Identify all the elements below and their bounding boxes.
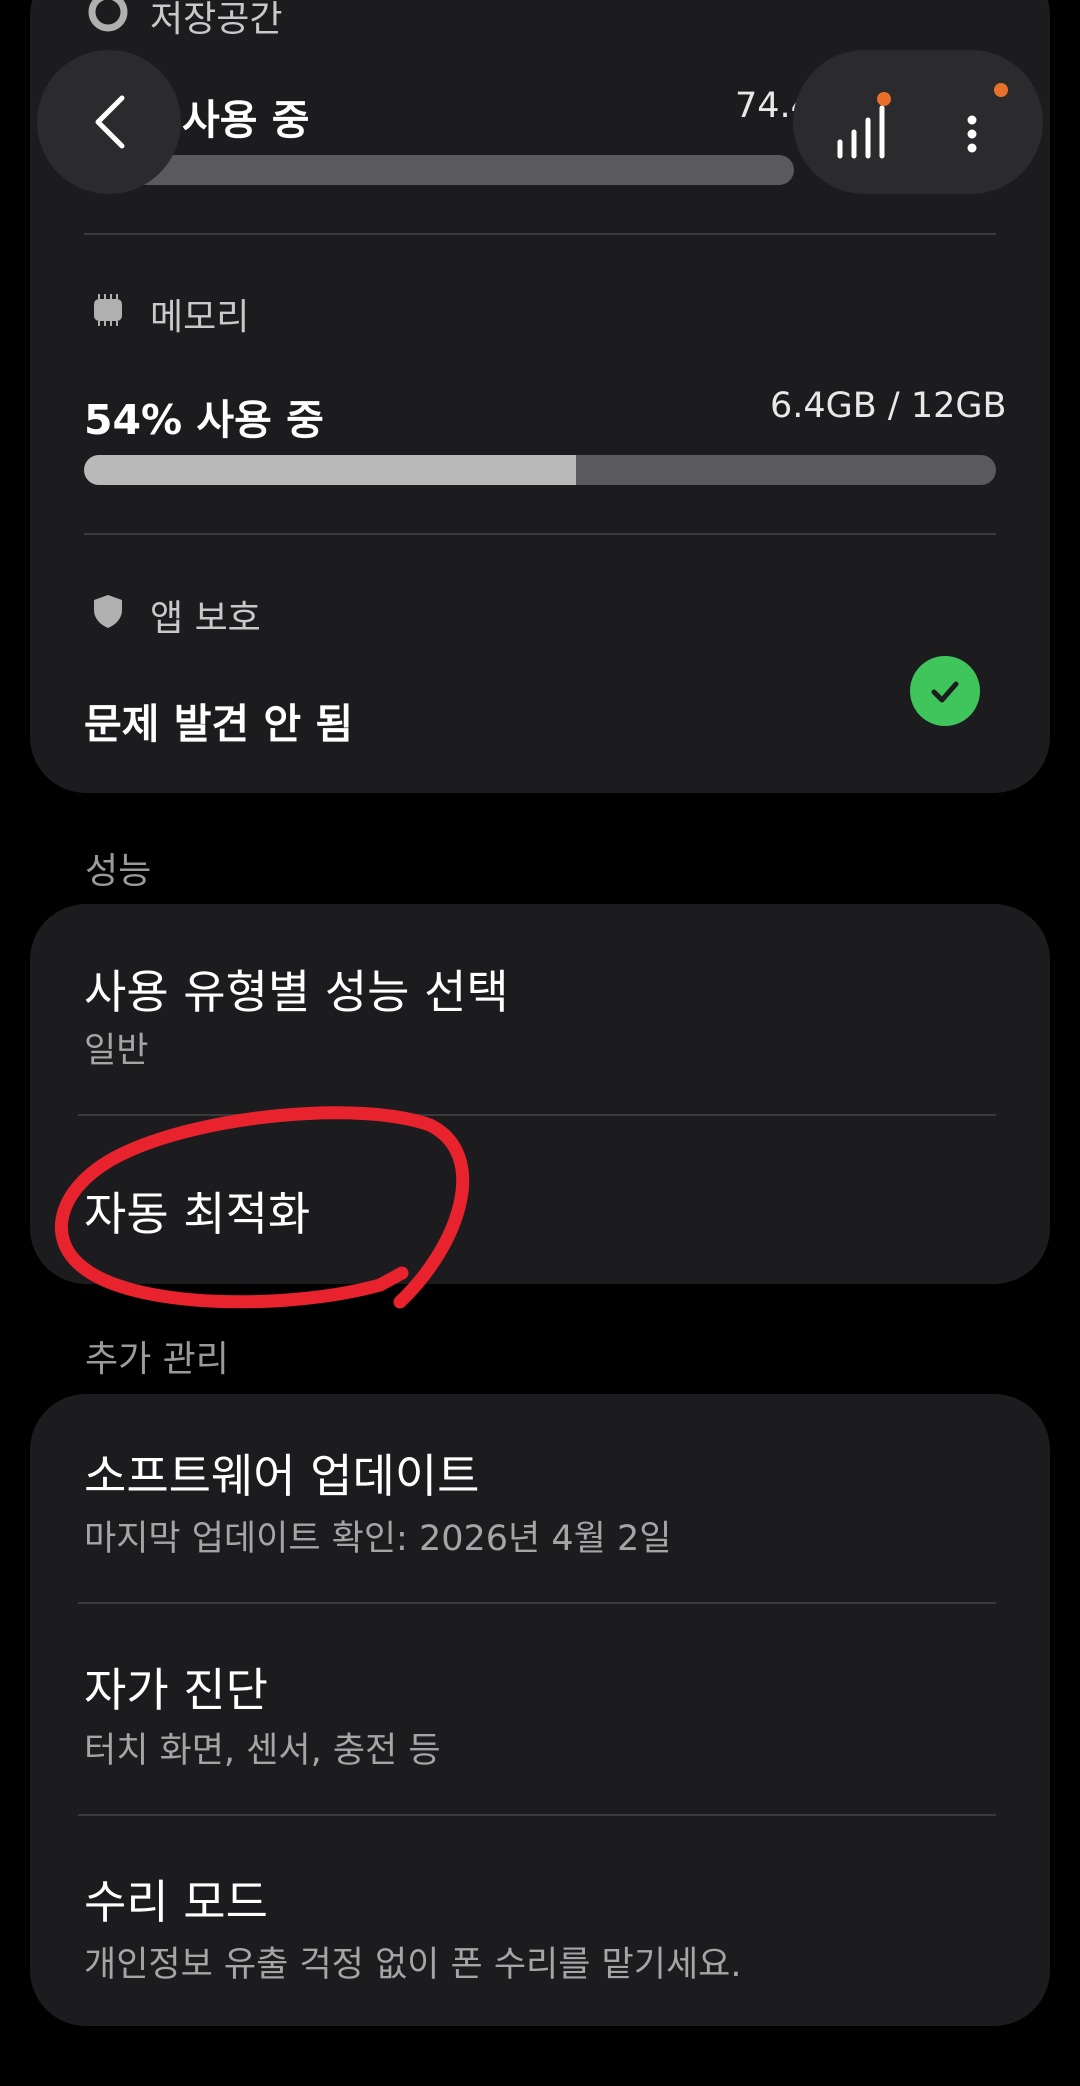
app-protection-status[interactable]: 문제 발견 안 됨 (84, 690, 353, 750)
memory-row-label: 메모리 (88, 288, 249, 340)
divider (84, 533, 996, 535)
repair-mode-subtitle: 개인정보 유출 걱정 없이 폰 수리를 맡기세요. (84, 1945, 742, 1985)
divider (78, 1602, 996, 1604)
software-update-title[interactable]: 소프트웨어 업데이트 (84, 1440, 480, 1506)
check-circle-icon (910, 656, 980, 726)
chevron-left-icon (95, 95, 125, 149)
performance-mode-title[interactable]: 사용 유형별 성능 선택 (84, 956, 509, 1022)
red-circle-annotation (55, 1106, 470, 1309)
memory-chip-icon (88, 290, 128, 339)
memory-amount: 6.4GB / 12GB (770, 386, 1007, 426)
top-actions-pill (793, 50, 1043, 194)
divider (84, 233, 996, 235)
notification-dot (877, 92, 891, 106)
software-update-subtitle: 마지막 업데이트 확인: 2026년 4월 2일 (84, 1519, 672, 1559)
memory-label: 메모리 (150, 297, 250, 338)
app-protection-row-label: 앱 보호 (88, 589, 261, 641)
section-title-extra-management: 추가 관리 (85, 1339, 229, 1380)
shield-icon (88, 591, 128, 640)
back-button[interactable] (37, 50, 181, 194)
app-protection-label: 앱 보호 (150, 598, 261, 639)
device-care-screen: 저장공간 사용 중 74.4 메모리 54% 사용 중 6.4GB / 12GB… (0, 0, 1080, 2086)
storage-usage-bar (84, 155, 794, 185)
storage-row-label: 저장공간 (88, 0, 282, 42)
repair-mode-title[interactable]: 수리 모드 (84, 1866, 268, 1932)
memory-usage-text: 54% 사용 중 (84, 396, 324, 444)
self-diagnosis-title[interactable]: 자가 진단 (84, 1654, 268, 1720)
self-diagnosis-subtitle: 터치 화면, 센서, 충전 등 (84, 1731, 441, 1771)
section-title-performance: 성능 (85, 851, 152, 892)
storage-usage-text: 사용 중 (182, 96, 310, 144)
storage-icon (88, 0, 128, 41)
stats-button[interactable] (823, 78, 903, 168)
performance-mode-value: 일반 (84, 1031, 149, 1071)
memory-usage-bar (84, 455, 996, 485)
storage-label: 저장공간 (150, 0, 283, 40)
bar-chart-icon (837, 105, 885, 159)
memory-usage-fill (84, 455, 577, 485)
divider (78, 1814, 996, 1816)
notification-dot (994, 83, 1008, 97)
more-options-button[interactable] (943, 78, 1013, 168)
